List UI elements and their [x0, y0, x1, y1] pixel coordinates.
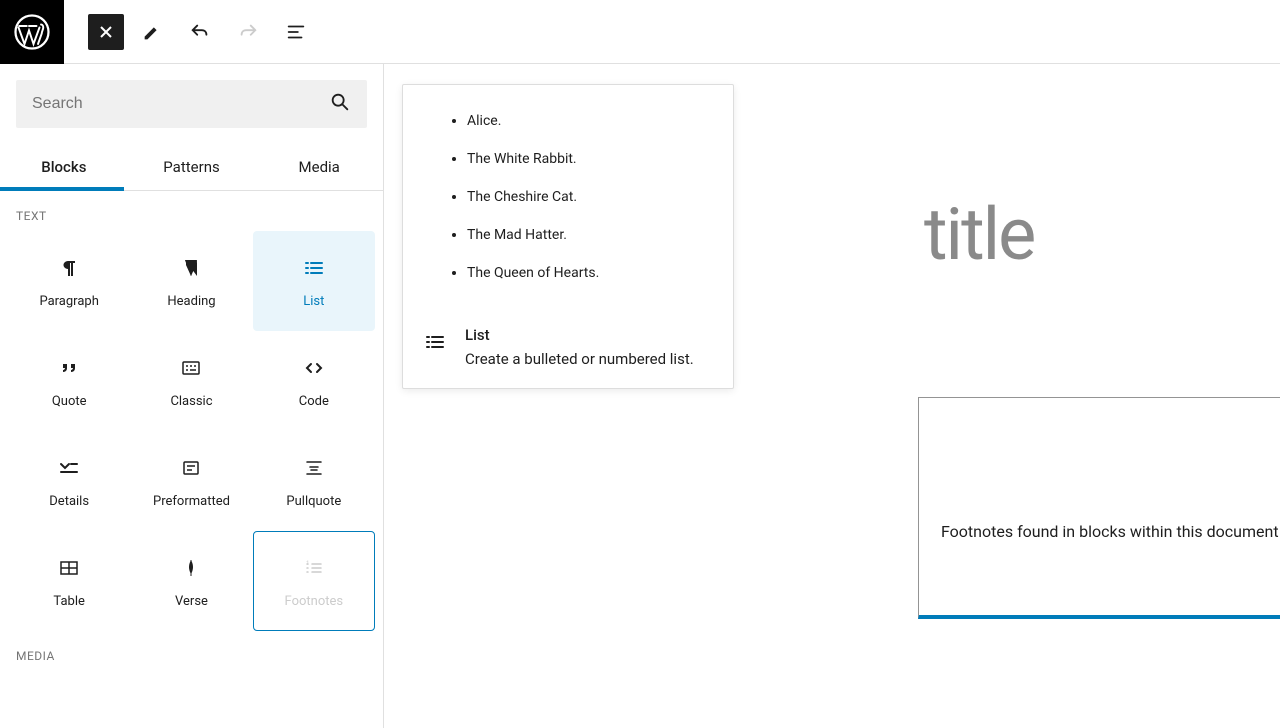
redo-button	[228, 12, 268, 52]
tab-patterns[interactable]: Patterns	[128, 144, 256, 190]
list-item: The Queen of Hearts.	[467, 265, 697, 281]
block-preformatted[interactable]: Preformatted	[130, 431, 252, 531]
undo-button[interactable]	[180, 12, 220, 52]
search-container	[0, 64, 383, 144]
inserter-tabs: Blocks Patterns Media	[0, 144, 383, 191]
block-code[interactable]: Code	[253, 331, 375, 431]
list-icon	[423, 326, 447, 368]
section-label-media: MEDIA	[0, 631, 383, 671]
details-icon	[57, 454, 81, 482]
block-table[interactable]: Table	[8, 531, 130, 631]
top-actions	[64, 12, 316, 52]
list-item: The White Rabbit.	[467, 151, 697, 167]
list-item: The Mad Hatter.	[467, 227, 697, 243]
paragraph-icon	[57, 254, 81, 282]
verse-icon	[179, 554, 203, 582]
block-quote[interactable]: Quote	[8, 331, 130, 431]
preview-content: Alice. The White Rabbit. The Cheshire Ca…	[403, 85, 733, 309]
footnotes-placeholder-text: Footnotes found in blocks within this do…	[941, 522, 1280, 541]
heading-icon	[179, 254, 203, 282]
list-icon	[302, 254, 326, 282]
block-details[interactable]: Details	[8, 431, 130, 531]
svg-text:1: 1	[306, 560, 309, 567]
preview-block-description: Create a bulleted or numbered list.	[465, 350, 713, 368]
preview-footer-text: List Create a bulleted or numbered list.	[465, 326, 713, 368]
preview-block-title: List	[465, 326, 713, 344]
block-pullquote[interactable]: Pullquote	[253, 431, 375, 531]
block-verse[interactable]: Verse	[130, 531, 252, 631]
block-footnotes[interactable]: 1 Footnotes	[253, 531, 375, 631]
table-icon	[57, 554, 81, 582]
classic-icon	[179, 354, 203, 382]
search-box[interactable]	[16, 80, 367, 128]
search-input[interactable]	[32, 95, 329, 113]
tab-media[interactable]: Media	[255, 144, 383, 190]
quote-icon	[57, 354, 81, 382]
inserter-sidebar: Blocks Patterns Media TEXT Paragraph Hea…	[0, 64, 384, 728]
pullquote-icon	[302, 454, 326, 482]
list-item: The Cheshire Cat.	[467, 189, 697, 205]
footnotes-icon: 1	[302, 554, 326, 582]
code-icon	[302, 354, 326, 382]
block-list[interactable]: List	[253, 231, 375, 331]
document-overview-button[interactable]	[276, 12, 316, 52]
block-classic[interactable]: Classic	[130, 331, 252, 431]
tools-button[interactable]	[132, 12, 172, 52]
block-paragraph[interactable]: Paragraph	[8, 231, 130, 331]
toggle-inserter-button[interactable]	[88, 14, 124, 50]
block-preview-popup: Alice. The White Rabbit. The Cheshire Ca…	[402, 84, 734, 389]
section-label-text: TEXT	[0, 191, 383, 231]
list-item: Alice.	[467, 113, 697, 129]
wordpress-logo[interactable]	[0, 0, 64, 64]
footnotes-block[interactable]: Footnotes found in blocks within this do…	[918, 397, 1280, 619]
top-bar	[0, 0, 1280, 64]
preview-list: Alice. The White Rabbit. The Cheshire Ca…	[451, 113, 697, 281]
block-heading[interactable]: Heading	[130, 231, 252, 331]
post-title-placeholder[interactable]: title	[924, 192, 1034, 277]
blocks-grid: Paragraph Heading List Quote Classic Cod…	[0, 231, 383, 631]
preformatted-icon	[179, 454, 203, 482]
tab-blocks[interactable]: Blocks	[0, 144, 128, 190]
search-icon	[329, 91, 351, 117]
preview-footer: List Create a bulleted or numbered list.	[403, 309, 733, 388]
